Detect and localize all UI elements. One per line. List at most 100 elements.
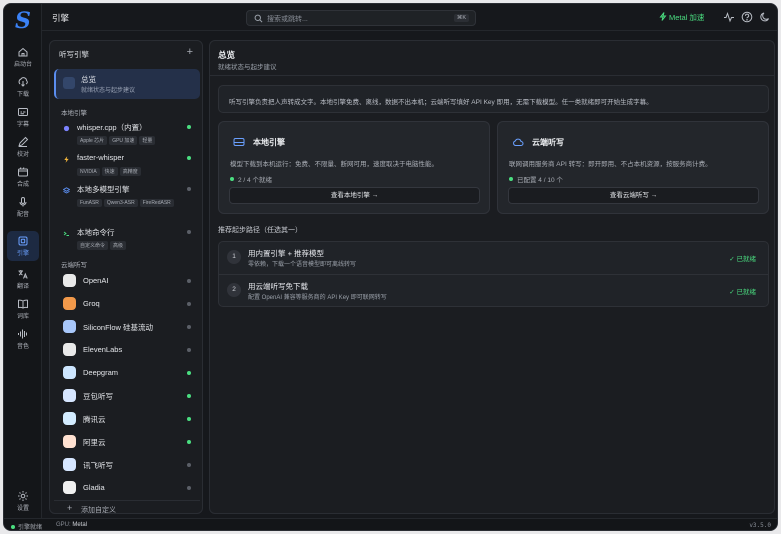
cloud-engines-label: 云端听写 [61,262,87,269]
engine-tag: FunASR [77,199,102,207]
cloud-item-siliconflow[interactable]: SiliconFlow 硅基流动 [54,317,200,337]
rail-item-translate[interactable]: 翻译 [7,264,39,294]
ready-indicator [187,486,191,490]
search-placeholder: 搜索或跳转... [267,16,308,23]
ready-status: ✓ 已就绪 [729,289,756,296]
step-title: 用云端听写免下载 [248,282,308,291]
card-title: 本地引擎 [253,138,285,147]
ready-indicator [187,156,191,160]
openai-icon [63,274,76,287]
rail-item-launchpad[interactable]: 启动台 [7,42,39,72]
rail-label: 配音 [16,212,29,218]
ready-status: ✓ 已就绪 [729,256,756,263]
engine-tag: 高级 [110,241,127,250]
rail-item-subtitle[interactable]: 字幕 [7,102,39,132]
engine-list-header: 听写引擎 [59,50,89,59]
elevenlabs-icon [63,343,76,356]
engine-name: 本地多模型引擎 [77,185,130,194]
rail-label: 翻译 [16,284,29,290]
rail-item-glossary[interactable]: 词库 [7,294,39,324]
cloud-item-iflytek[interactable]: 讯飞听写 [54,455,200,475]
rail-item-compose[interactable]: 合成 [7,162,39,192]
step-description: 零依赖，下载一个语音模型即可离线转写 [248,262,357,268]
cloud-item-deepgram[interactable]: Deepgram [54,363,200,383]
activity-icon[interactable] [723,11,735,23]
engine-tag: Apple 芯片 [77,136,108,145]
info-text: 听写引擎负责把人声转成文字。本地引擎免费、离线，数据不出本机；云端听写填好 AP… [229,99,653,106]
step-title: 用内置引擎 + 推荐模型 [248,249,325,258]
rail-label: 引擎 [16,251,29,257]
rail-label: 字幕 [16,122,29,128]
cloud-item-elevenlabs[interactable]: ElevenLabs [54,340,200,360]
rail-item-voice[interactable]: 音色 [7,324,39,354]
cloud-item-gladia[interactable]: Gladia [54,478,200,498]
home-icon [18,47,28,57]
engine-tag: NVIDIA [77,168,100,176]
iflytek-icon [63,458,76,471]
divider [210,75,774,76]
plus-icon: + [67,503,73,513]
status-bar: 引擎就绪 GPU: Metal v3.5.0 [4,518,777,530]
card-description: 联网调用服务商 API 转写：即开即用、不占本机资源，按服务商计费。 [509,161,712,168]
book-icon [18,299,28,309]
step-item[interactable]: 1 用内置引擎 + 推荐模型 零依赖，下载一个语音模型即可离线转写 ✓ 已就绪 [219,242,768,275]
local-engine-card: 本地引擎 模型下载到本机运行：免费、不限量、断网可用，速度取决于电脑性能。 2 … [218,121,490,214]
cloud-name: Gladia [83,483,105,492]
step-number: 1 [227,250,241,264]
ready-indicator [187,125,191,129]
hard-drive-icon [233,138,245,146]
cloud-item-doubao[interactable]: 豆包听写 [54,386,200,406]
step-item[interactable]: 2 用云端听写免下载 配置 OpenAI 兼容等服务商的 API Key 即可联… [219,275,768,308]
step-number: 2 [227,283,241,297]
rail-item-engine[interactable]: 引擎 [7,231,39,261]
moon-icon[interactable] [759,11,771,23]
gpu-label: GPU: [56,522,71,528]
ready-indicator [187,230,191,234]
rail-item-proofread[interactable]: 校对 [7,132,39,162]
add-custom-label: 添加自定义 [81,507,116,514]
add-engine-button[interactable]: + [187,46,193,58]
help-icon[interactable] [741,11,753,23]
rail-label: 设置 [16,506,29,512]
cloud-name: ElevenLabs [83,345,123,354]
cloud-item-tencent[interactable]: 腾讯云 [54,409,200,429]
search-input[interactable]: 搜索或跳转... ⌘K [246,10,476,26]
ready-indicator [187,187,191,191]
whisper-icon [63,125,70,132]
gladia-icon [63,481,76,494]
rail-label: 音色 [16,344,29,350]
doubao-icon [63,389,76,402]
view-cloud-engines-button[interactable]: 查看云端听写 → [508,187,759,204]
add-custom-engine-button[interactable]: + 添加自定义 [54,500,200,514]
app-logo: S [15,8,31,34]
sidebar-item-overview[interactable]: 总览 就绪状态与起步建议 [54,69,200,99]
page-title: 引擎 [52,13,70,23]
engine-tag: 自定义命令 [77,241,109,250]
gpu-value: Metal [72,522,88,528]
cloud-item-aliyun[interactable]: 阿里云 [54,432,200,452]
cloud-name: SiliconFlow 硅基流动 [83,323,154,332]
rail-label: 校对 [16,152,29,158]
metal-accel-badge[interactable]: Metal 加速 [659,12,704,23]
metal-accel-label: Metal 加速 [669,13,705,22]
grid-icon [63,77,75,89]
rail-label: 启动台 [13,62,32,68]
view-local-engines-button[interactable]: 查看本地引擎 → [229,187,480,204]
siliconflow-icon [63,320,76,333]
engine-tag: FireRedASR [139,199,174,207]
cloud-item-openai[interactable]: OpenAI [54,271,200,291]
local-engines-label: 本地引擎 [61,110,87,117]
layers-icon [63,187,70,194]
translate-icon [18,270,28,279]
rail-item-settings[interactable]: 设置 [7,486,39,516]
ready-indicator [187,348,191,352]
ready-indicator [187,463,191,467]
ready-indicator [187,302,191,306]
cloud-icon [513,138,524,146]
cloud-item-groq[interactable]: Groq [54,294,200,314]
cloud-name: 腾讯云 [83,415,106,424]
rail-item-dubbing[interactable]: 配音 [7,192,39,222]
cloud-name: Groq [83,299,100,308]
rail-item-download[interactable]: 下载 [7,72,39,102]
recommended-steps: 1 用内置引擎 + 推荐模型 零依赖，下载一个语音模型即可离线转写 ✓ 已就绪 … [218,241,769,307]
